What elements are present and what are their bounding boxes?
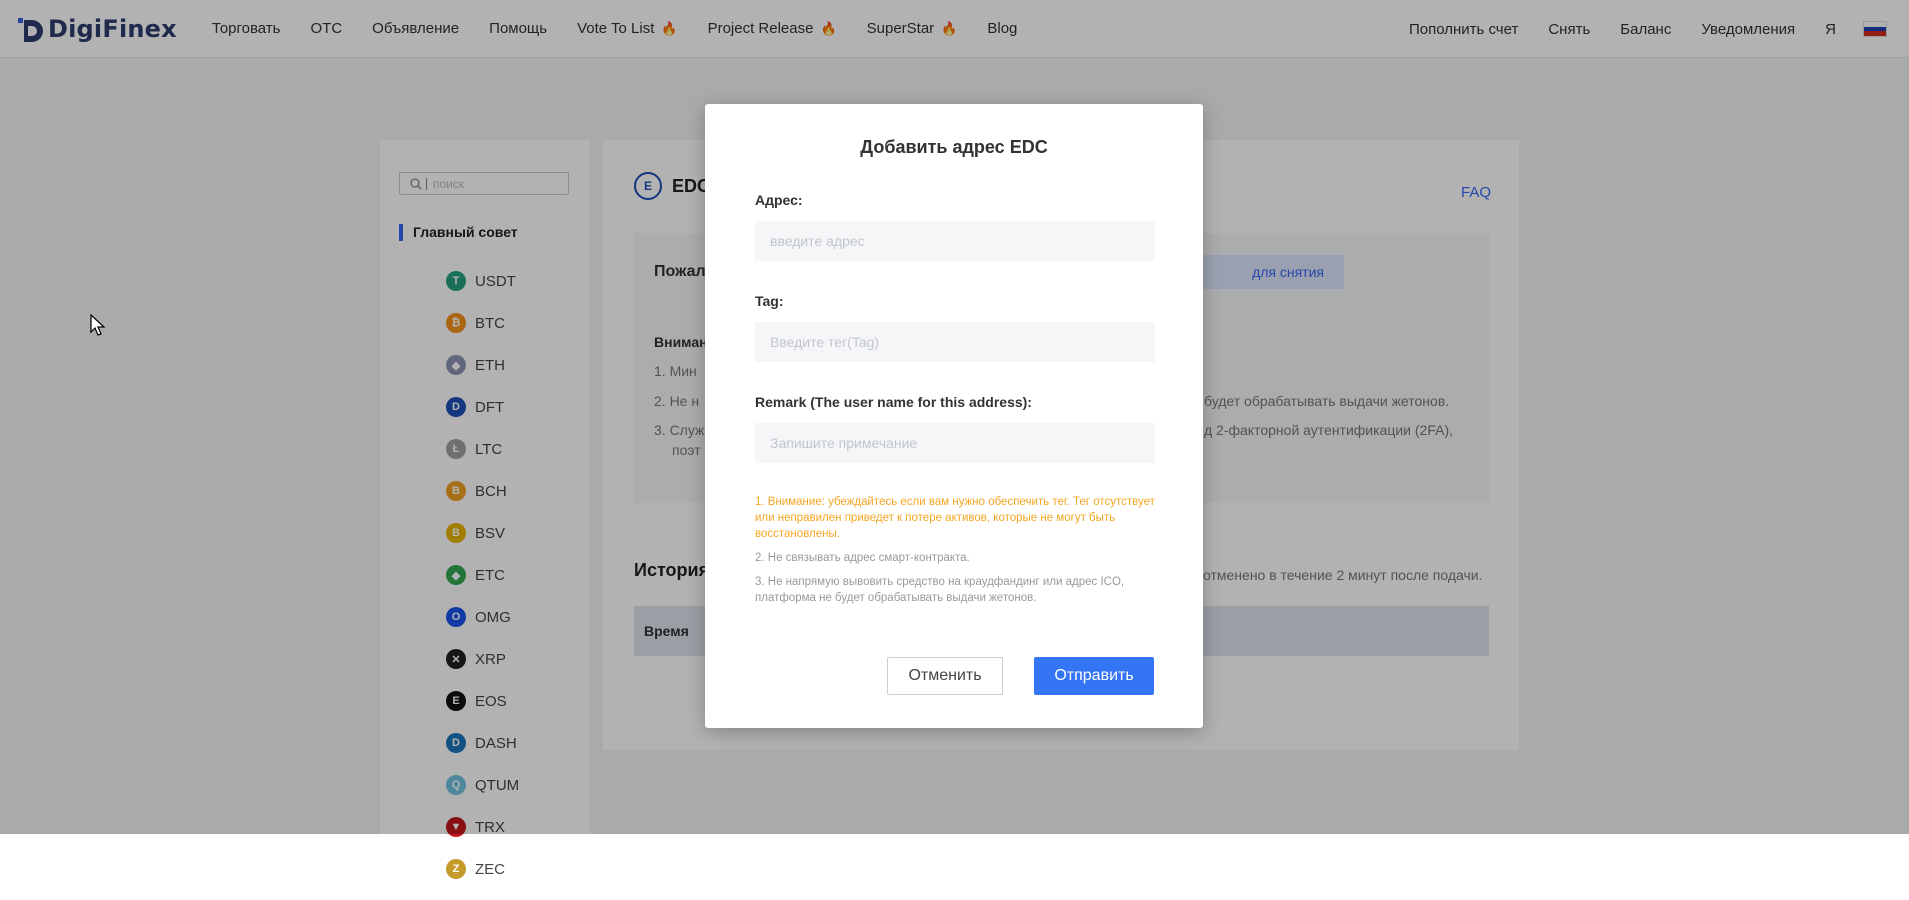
modal-title: Добавить адрес EDC — [860, 137, 1048, 157]
tag-label: Tag: — [755, 293, 784, 309]
address-label: Адрес: — [755, 192, 803, 208]
coin-symbol: ZEC — [475, 860, 505, 878]
remark-input[interactable] — [755, 423, 1155, 463]
mouse-cursor-icon — [90, 314, 106, 336]
warning-smart-contract: 2. Не связывать адрес смарт-контракта. — [755, 552, 970, 564]
cancel-button[interactable]: Отменить — [887, 657, 1003, 695]
zec-coin-icon: Z — [446, 859, 466, 879]
address-input[interactable] — [755, 221, 1155, 261]
coin-item-zec[interactable]: Z ZEC — [446, 848, 519, 890]
submit-button[interactable]: Отправить — [1034, 657, 1154, 695]
add-address-modal: Добавить адрес EDC Адрес: Tag: Remark (T… — [705, 104, 1203, 728]
tag-input[interactable] — [755, 322, 1155, 362]
warning-ico: 3. Не напрямую вывовить средство на крау… — [755, 576, 1125, 604]
warning-tag: 1. Внимание: убеждайтесь если вам нужно … — [755, 496, 1155, 540]
remark-label: Remark (The user name for this address): — [755, 394, 1032, 410]
